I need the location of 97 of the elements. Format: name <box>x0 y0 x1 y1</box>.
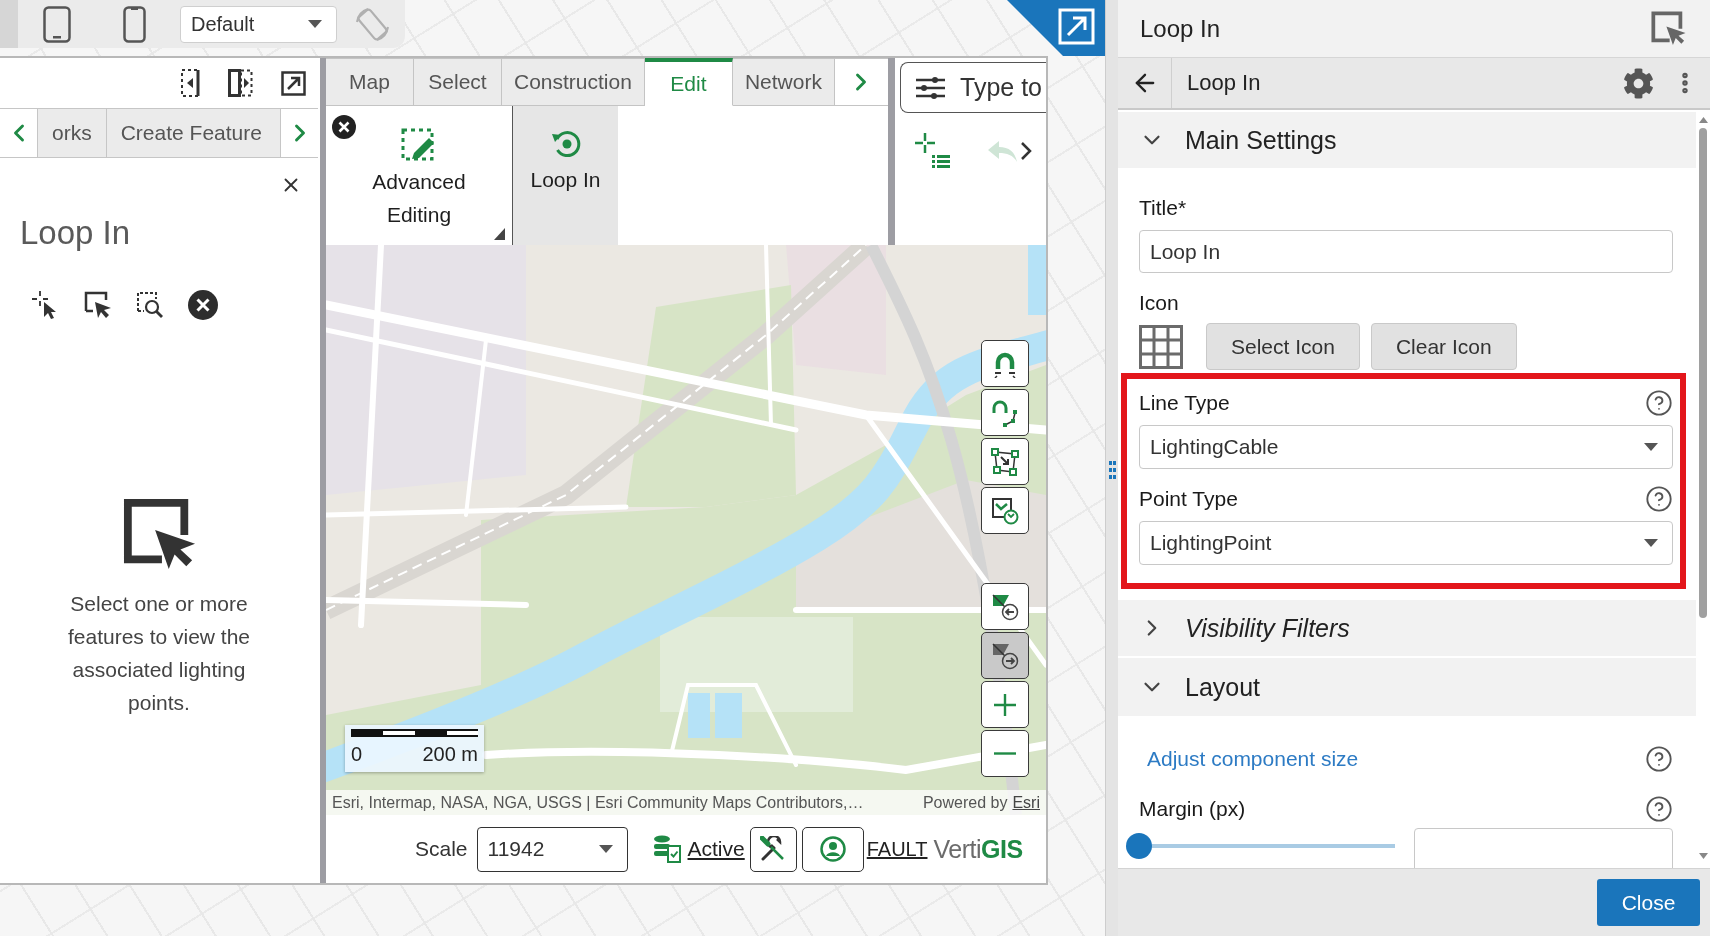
breadcrumb-title: Loop In <box>1187 70 1262 96</box>
margin-field[interactable] <box>1414 828 1673 868</box>
field-label: Margin (px) <box>1139 797 1246 821</box>
attribution-link[interactable]: Esri <box>1012 793 1040 812</box>
tools-button[interactable] <box>749 826 797 872</box>
map-tool-button[interactable] <box>981 438 1029 485</box>
ribbon-tab[interactable]: Select <box>414 58 502 106</box>
expand-icon <box>1058 8 1095 45</box>
ribbon-tab[interactable]: Map <box>326 58 414 106</box>
select-cursor-icon[interactable] <box>1651 11 1686 46</box>
person-circle-icon <box>819 836 846 862</box>
type-select[interactable]: LightingPoint <box>1139 521 1673 565</box>
select-cursor-icon <box>122 498 196 571</box>
scale-end-label: 200 m <box>422 743 478 765</box>
clear-circle-icon[interactable] <box>188 290 218 320</box>
scale-label: Scale <box>415 837 468 861</box>
dropdown-corner-icon[interactable] <box>494 228 505 240</box>
help-icon[interactable] <box>1645 745 1673 773</box>
map-tool-button[interactable] <box>981 389 1029 436</box>
scroll-up-icon <box>1698 117 1708 123</box>
scroll-left-button[interactable] <box>0 109 37 157</box>
minus-icon <box>994 752 1016 755</box>
title-field[interactable]: Loop In <box>1139 230 1673 273</box>
ribbon-tab[interactable]: Construction <box>502 58 645 106</box>
map-view[interactable]: 0 200 m Esri, Intermap, NASA, NGA, USGS | Esri Community Maps Contributors,… Powered by Esri <box>326 245 1046 815</box>
pond <box>715 693 742 738</box>
box-cursor-icon[interactable] <box>84 291 112 319</box>
phone-icon[interactable] <box>123 5 146 43</box>
zoom-out-button[interactable] <box>981 730 1029 777</box>
adjust-size-link[interactable]: Adjust component size <box>1147 747 1359 771</box>
type-select[interactable]: LightingCable <box>1139 425 1673 469</box>
layout-select[interactable]: Default <box>180 5 337 43</box>
flag-arrow-left-icon <box>991 592 1019 621</box>
user-button[interactable] <box>801 826 864 872</box>
canal <box>1028 245 1046 315</box>
zoom-in-button[interactable] <box>981 681 1029 728</box>
split-panel-icon[interactable] <box>228 69 253 97</box>
caret-icon <box>598 845 613 853</box>
close-circle-icon[interactable] <box>332 115 356 139</box>
fault-link[interactable]: FAULT <box>866 837 928 861</box>
panel-title: Loop In <box>20 213 131 253</box>
slider-thumb[interactable] <box>1126 833 1152 859</box>
magnet-nodes-icon <box>991 398 1019 427</box>
tablet-icon[interactable] <box>43 5 71 43</box>
zoom-box-icon[interactable] <box>136 291 164 319</box>
add-list-icon[interactable] <box>915 133 950 168</box>
gear-icon[interactable] <box>1623 67 1654 99</box>
map-tool-button[interactable] <box>981 340 1029 387</box>
tool-button[interactable]: Advanced Editing <box>349 106 489 245</box>
plus-icon <box>994 693 1016 716</box>
popout-icon[interactable] <box>281 70 306 96</box>
database-icon <box>652 835 681 863</box>
edit-box-icon <box>401 128 437 162</box>
scroll-down-icon <box>1698 853 1708 859</box>
help-icon[interactable] <box>1645 795 1673 823</box>
section-header[interactable]: Layout <box>1118 658 1696 716</box>
close-button[interactable]: Close <box>1597 879 1700 926</box>
map-tool-button[interactable] <box>981 487 1029 534</box>
attribution-text: Esri, Intermap, NASA, NGA, USGS | Esri Community Maps Contributors,… <box>332 793 864 812</box>
dock-left-icon[interactable] <box>181 69 200 97</box>
scrollbar-thumb[interactable] <box>1699 128 1707 618</box>
field-label: Line Type <box>1139 391 1230 415</box>
polygon-arrow-icon <box>991 447 1019 476</box>
field-label: Title* <box>1139 196 1187 220</box>
scale-start-label: 0 <box>351 743 363 765</box>
help-icon[interactable] <box>1645 485 1673 513</box>
pond <box>688 693 710 738</box>
more-tabs-button[interactable] <box>834 58 888 106</box>
grid-icon <box>1139 324 1183 369</box>
powered-by-text: Powered by <box>922 793 1008 812</box>
grip-icon[interactable] <box>1108 461 1116 479</box>
caret-icon <box>1644 443 1658 451</box>
field-label: Point Type <box>1139 487 1238 511</box>
scale-select[interactable]: 11942 <box>476 826 628 872</box>
tool-button[interactable]: Loop In <box>513 106 618 245</box>
chevron-right-icon[interactable] <box>1020 140 1032 161</box>
section-header[interactable]: Visibility Filters <box>1118 600 1696 656</box>
ribbon-tab[interactable]: Network <box>732 58 835 106</box>
help-icon[interactable] <box>1645 389 1673 417</box>
filter-icon <box>916 76 945 99</box>
flag-arrow-right-icon <box>991 641 1019 670</box>
section-header[interactable]: Main Settings <box>1118 112 1696 168</box>
active-link[interactable]: Active <box>687 837 745 861</box>
panel-title: Loop In <box>1140 14 1221 43</box>
map-tool-button[interactable] <box>981 583 1029 630</box>
search-field[interactable]: Type to <box>900 62 1046 113</box>
corner-tab[interactable] <box>1007 0 1105 56</box>
square-check-icon <box>991 496 1019 525</box>
caret-icon <box>308 20 322 28</box>
scroll-right-button[interactable] <box>280 109 318 157</box>
icon-action-button[interactable]: Clear Icon <box>1370 323 1517 370</box>
empty-state-message: Select one or more features to view the associated lighting points. <box>66 591 252 716</box>
icon-action-button[interactable]: Select Icon <box>1206 323 1360 370</box>
field-label: Icon <box>1139 291 1179 315</box>
logo: VertiGIS <box>933 834 1023 864</box>
caret-icon <box>1644 539 1658 547</box>
ribbon-tab[interactable]: Edit <box>644 58 733 106</box>
